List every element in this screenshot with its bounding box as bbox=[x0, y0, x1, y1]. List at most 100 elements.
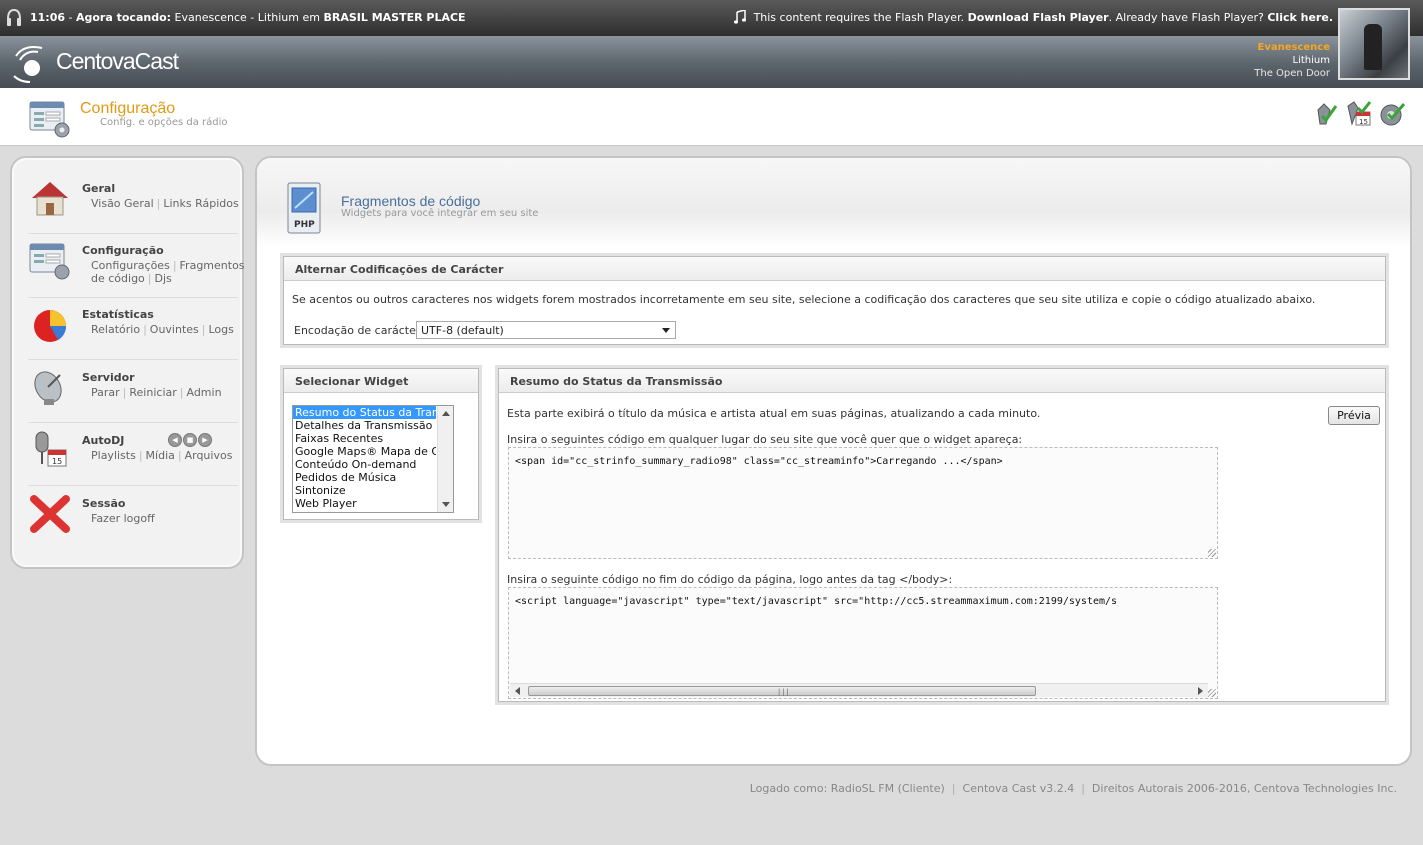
widget-option-on-demand[interactable]: Conteúdo On-demand bbox=[293, 458, 436, 471]
track-title: Lithium bbox=[1292, 55, 1330, 66]
encoding-panel-header: Alternar Codificações de Carácter bbox=[284, 257, 1385, 281]
track-artist: Evanescence bbox=[1257, 42, 1331, 53]
resize-grip-icon[interactable] bbox=[1208, 549, 1216, 557]
link-parar[interactable]: Parar bbox=[91, 386, 120, 399]
widget-option-tune-in[interactable]: Sintonize bbox=[293, 484, 436, 497]
link-visao-geral[interactable]: Visão Geral bbox=[91, 197, 154, 210]
widget-option-status-summary[interactable]: Resumo do Status da Transmissão bbox=[293, 406, 436, 419]
widget-option-google-maps[interactable]: Google Maps® Mapa de Ouvintes bbox=[293, 445, 436, 458]
encoding-selected-value: UTF-8 (default) bbox=[421, 324, 504, 337]
centova-logo-icon bbox=[13, 46, 43, 83]
pie-chart-icon bbox=[34, 310, 67, 342]
next-icon[interactable]: ▶ bbox=[198, 433, 212, 447]
schedule-calendar-icon[interactable]: 15 bbox=[1344, 100, 1372, 128]
footer-logged-in: Logado como: RadioSL FM (Cliente) bbox=[749, 782, 945, 795]
footer: Logado como: RadioSL FM (Cliente) | Centov… bbox=[749, 782, 1397, 795]
link-djs[interactable]: Djs bbox=[155, 272, 172, 285]
sidebar-title-sessao: Sessão bbox=[82, 497, 126, 510]
satellite-dish-icon bbox=[34, 371, 62, 405]
clock-time: 11:06 bbox=[30, 11, 66, 24]
album-cover bbox=[1338, 8, 1410, 80]
link-fazer-logoff[interactable]: Fazer logoff bbox=[91, 512, 155, 525]
link-reiniciar[interactable]: Reiniciar bbox=[129, 386, 176, 399]
logout-x-icon bbox=[30, 495, 70, 533]
scroll-down-icon[interactable] bbox=[442, 502, 450, 507]
link-admin[interactable]: Admin bbox=[186, 386, 221, 399]
code2-horizontal-scrollbar[interactable]: ||| bbox=[510, 683, 1208, 697]
code2-label: Insira o seguinte código no fim do códig… bbox=[507, 573, 953, 586]
microphone-calendar-icon: 15 bbox=[35, 431, 67, 467]
encoding-label: Encodação de carácter: bbox=[294, 324, 424, 337]
sidebar-title-configuracao: Configuração bbox=[82, 244, 164, 257]
link-relatorio[interactable]: Relatório bbox=[91, 323, 140, 336]
page-subtitle: Config. e opções da rádio bbox=[100, 117, 228, 128]
now-playing-label: Agora tocando: bbox=[75, 11, 172, 24]
scrollbar-thumb[interactable]: ||| bbox=[528, 686, 1036, 696]
widget-option-web-player[interactable]: Web Player bbox=[293, 497, 436, 510]
sidebar-item-sessao[interactable]: Sessão Fazer logoff bbox=[28, 491, 238, 541]
widget-option-song-requests[interactable]: Pedidos de Música bbox=[293, 471, 436, 484]
now-playing-em: em bbox=[302, 11, 320, 24]
scroll-left-icon[interactable] bbox=[515, 687, 520, 695]
encoding-description: Se acentos ou outros caracteres nos widg… bbox=[292, 293, 1316, 306]
link-logs[interactable]: Logs bbox=[209, 323, 234, 336]
widget-listbox[interactable]: Resumo do Status da Transmissão Detalhes… bbox=[292, 405, 454, 513]
encoding-panel: Alternar Codificações de Carácter Se ace… bbox=[283, 256, 1386, 345]
php-icon-label: PHP bbox=[294, 220, 315, 230]
link-midia[interactable]: Mídia bbox=[146, 449, 175, 462]
track-album: The Open Door bbox=[1254, 68, 1330, 79]
resize-grip-icon[interactable] bbox=[1208, 689, 1216, 697]
sidebar-title-autodj: AutoDJ bbox=[82, 434, 125, 447]
home-icon bbox=[32, 182, 68, 216]
listener-check-icon[interactable] bbox=[1310, 100, 1338, 128]
sidebar-item-servidor[interactable]: Servidor Parar | Reiniciar | Admin bbox=[28, 365, 238, 423]
link-configuracoes[interactable]: Configurações bbox=[91, 259, 170, 272]
sidebar-item-geral[interactable]: Geral Visão Geral | Links Rápidos bbox=[28, 176, 239, 234]
code1-label: Insira o seguintes código em qualquer lu… bbox=[507, 433, 1023, 446]
widget-list-scrollbar[interactable] bbox=[437, 406, 453, 512]
station-name: BRASIL MASTER PLACE bbox=[323, 11, 466, 24]
page-title-bar: Configuração Config. e opções da rádio 1… bbox=[0, 88, 1423, 146]
current-track-info: Evanescence Lithium The Open Door bbox=[1254, 41, 1330, 80]
code1-textarea[interactable]: <span id="cc_strinfo_summary_radio98" cl… bbox=[508, 447, 1218, 559]
music-note-icon bbox=[733, 10, 746, 24]
encoding-select[interactable]: UTF-8 (default) bbox=[416, 321, 676, 339]
download-flash-link[interactable]: Download Flash Player bbox=[968, 11, 1109, 24]
svg-text:15: 15 bbox=[1359, 118, 1368, 126]
headphones-icon bbox=[7, 8, 21, 26]
previous-icon[interactable]: ◀ bbox=[168, 433, 182, 447]
sidebar-item-configuracao[interactable]: Configuração Configurações | Fragmentos de… bbox=[28, 238, 245, 298]
chevron-down-icon bbox=[662, 328, 670, 333]
section-title: Fragmentos de código bbox=[341, 193, 481, 209]
app-header: CentovaCast Evanescence Lithium The Open… bbox=[0, 36, 1423, 88]
stop-icon[interactable]: ■ bbox=[183, 433, 197, 447]
preview-button[interactable]: Prévia bbox=[1328, 406, 1380, 425]
scroll-right-icon[interactable] bbox=[1198, 687, 1203, 695]
scroll-up-icon[interactable] bbox=[442, 411, 450, 416]
click-here-link[interactable]: Click here. bbox=[1267, 11, 1333, 24]
link-arquivos[interactable]: Arquivos bbox=[185, 449, 233, 462]
widget-option-recent-tracks[interactable]: Faixas Recentes bbox=[293, 432, 436, 445]
now-playing-track: Evanescence - Lithium bbox=[174, 11, 299, 24]
widget-code-panel: Resumo do Status da Transmissão Esta par… bbox=[498, 368, 1386, 702]
widget-description: Esta parte exibirá o título da música e … bbox=[507, 407, 1041, 420]
link-ouvintes[interactable]: Ouvintes bbox=[150, 323, 199, 336]
page-title: Configuração bbox=[80, 100, 176, 117]
sidebar-item-autodj[interactable]: 15 AutoDJ ◀ ■ ▶ Playlists | Mídia | Arquivos bbox=[28, 428, 238, 486]
sidebar-title-geral: Geral bbox=[82, 182, 116, 195]
settings-check-icon[interactable] bbox=[1378, 100, 1406, 128]
flash-have-text: Already have Flash Player? bbox=[1115, 11, 1264, 24]
widget-option-stream-details[interactable]: Detalhes da Transmissão bbox=[293, 419, 436, 432]
sidebar-title-servidor: Servidor bbox=[82, 371, 135, 384]
brand-name: CentovaCast bbox=[56, 48, 179, 74]
sidebar-item-estatisticas[interactable]: Estatísticas Relatório | Ouvintes | Logs bbox=[28, 302, 238, 360]
link-playlists[interactable]: Playlists bbox=[91, 449, 136, 462]
configuration-icon bbox=[29, 243, 70, 280]
code2-textarea[interactable]: <script language="javascript" type="text… bbox=[508, 587, 1218, 699]
svg-text:15: 15 bbox=[52, 457, 62, 466]
main-panel: PHP Fragmentos de código Widgets para vo… bbox=[255, 156, 1412, 766]
section-subtitle: Widgets para você integrar em seu site bbox=[341, 208, 539, 219]
link-links-rapidos[interactable]: Links Rápidos bbox=[163, 197, 238, 210]
sidebar: Geral Visão Geral | Links Rápidos Configur… bbox=[10, 156, 245, 569]
configuration-icon bbox=[29, 101, 70, 138]
